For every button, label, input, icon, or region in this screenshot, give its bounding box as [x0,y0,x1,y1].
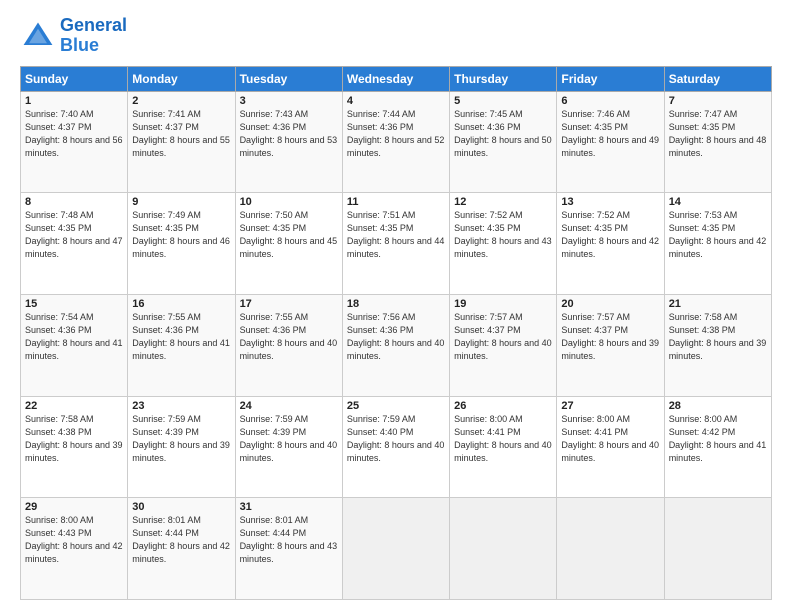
day-21: 21Sunrise: 7:58 AMSunset: 4:38 PMDayligh… [664,294,771,396]
col-wednesday: Wednesday [342,66,449,91]
logo-text: General Blue [60,16,127,56]
calendar: Sunday Monday Tuesday Wednesday Thursday… [20,66,772,600]
day-5: 5Sunrise: 7:45 AMSunset: 4:36 PMDaylight… [450,91,557,193]
day-30: 30Sunrise: 8:01 AMSunset: 4:44 PMDayligh… [128,498,235,600]
calendar-week-3: 15Sunrise: 7:54 AMSunset: 4:36 PMDayligh… [21,294,772,396]
logo: General Blue [20,16,127,56]
logo-icon [20,18,56,54]
day-19: 19Sunrise: 7:57 AMSunset: 4:37 PMDayligh… [450,294,557,396]
calendar-week-1: 1Sunrise: 7:40 AMSunset: 4:37 PMDaylight… [21,91,772,193]
empty-cell [664,498,771,600]
calendar-week-4: 22Sunrise: 7:58 AMSunset: 4:38 PMDayligh… [21,396,772,498]
day-18: 18Sunrise: 7:56 AMSunset: 4:36 PMDayligh… [342,294,449,396]
day-20: 20Sunrise: 7:57 AMSunset: 4:37 PMDayligh… [557,294,664,396]
day-28: 28Sunrise: 8:00 AMSunset: 4:42 PMDayligh… [664,396,771,498]
day-4: 4Sunrise: 7:44 AMSunset: 4:36 PMDaylight… [342,91,449,193]
col-thursday: Thursday [450,66,557,91]
day-29: 29Sunrise: 8:00 AMSunset: 4:43 PMDayligh… [21,498,128,600]
page: General Blue Sunday Monday Tuesday Wedne… [0,0,792,612]
day-7: 7Sunrise: 7:47 AMSunset: 4:35 PMDaylight… [664,91,771,193]
day-12: 12Sunrise: 7:52 AMSunset: 4:35 PMDayligh… [450,193,557,295]
day-17: 17Sunrise: 7:55 AMSunset: 4:36 PMDayligh… [235,294,342,396]
empty-cell [450,498,557,600]
day-24: 24Sunrise: 7:59 AMSunset: 4:39 PMDayligh… [235,396,342,498]
day-26: 26Sunrise: 8:00 AMSunset: 4:41 PMDayligh… [450,396,557,498]
header: General Blue [20,16,772,56]
day-2: 2Sunrise: 7:41 AMSunset: 4:37 PMDaylight… [128,91,235,193]
day-31: 31Sunrise: 8:01 AMSunset: 4:44 PMDayligh… [235,498,342,600]
day-8: 8Sunrise: 7:48 AMSunset: 4:35 PMDaylight… [21,193,128,295]
day-3: 3Sunrise: 7:43 AMSunset: 4:36 PMDaylight… [235,91,342,193]
day-16: 16Sunrise: 7:55 AMSunset: 4:36 PMDayligh… [128,294,235,396]
day-27: 27Sunrise: 8:00 AMSunset: 4:41 PMDayligh… [557,396,664,498]
day-13: 13Sunrise: 7:52 AMSunset: 4:35 PMDayligh… [557,193,664,295]
day-11: 11Sunrise: 7:51 AMSunset: 4:35 PMDayligh… [342,193,449,295]
day-1: 1Sunrise: 7:40 AMSunset: 4:37 PMDaylight… [21,91,128,193]
col-tuesday: Tuesday [235,66,342,91]
day-14: 14Sunrise: 7:53 AMSunset: 4:35 PMDayligh… [664,193,771,295]
day-25: 25Sunrise: 7:59 AMSunset: 4:40 PMDayligh… [342,396,449,498]
day-6: 6Sunrise: 7:46 AMSunset: 4:35 PMDaylight… [557,91,664,193]
col-friday: Friday [557,66,664,91]
empty-cell [557,498,664,600]
day-15: 15Sunrise: 7:54 AMSunset: 4:36 PMDayligh… [21,294,128,396]
calendar-week-2: 8Sunrise: 7:48 AMSunset: 4:35 PMDaylight… [21,193,772,295]
day-23: 23Sunrise: 7:59 AMSunset: 4:39 PMDayligh… [128,396,235,498]
col-monday: Monday [128,66,235,91]
calendar-header-row: Sunday Monday Tuesday Wednesday Thursday… [21,66,772,91]
col-saturday: Saturday [664,66,771,91]
calendar-week-5: 29Sunrise: 8:00 AMSunset: 4:43 PMDayligh… [21,498,772,600]
day-9: 9Sunrise: 7:49 AMSunset: 4:35 PMDaylight… [128,193,235,295]
col-sunday: Sunday [21,66,128,91]
day-22: 22Sunrise: 7:58 AMSunset: 4:38 PMDayligh… [21,396,128,498]
empty-cell [342,498,449,600]
day-10: 10Sunrise: 7:50 AMSunset: 4:35 PMDayligh… [235,193,342,295]
